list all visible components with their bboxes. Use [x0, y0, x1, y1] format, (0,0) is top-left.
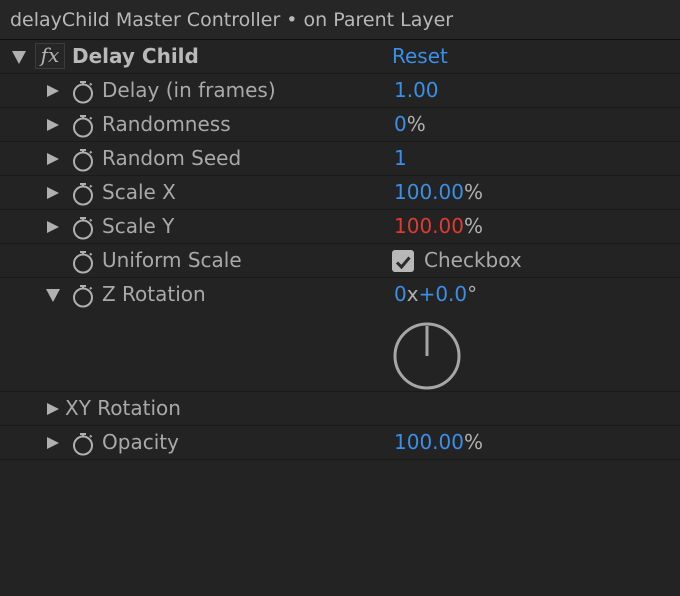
- property-row-z-rotation[interactable]: Z Rotation 0x+0.0°: [0, 278, 680, 392]
- opacity-value[interactable]: 100.00: [394, 430, 464, 454]
- expand-triangle-icon[interactable]: [47, 85, 59, 97]
- property-row-random-seed[interactable]: Random Seed 1: [0, 142, 680, 176]
- revolutions-separator: x: [406, 282, 419, 306]
- stopwatch-icon[interactable]: [71, 114, 95, 138]
- expand-triangle-icon[interactable]: [47, 119, 59, 131]
- property-row-uniform-scale[interactable]: Uniform Scale Checkbox: [0, 244, 680, 278]
- opacity-value-group: 100.00%: [394, 426, 483, 459]
- expand-triangle-icon[interactable]: [47, 437, 59, 449]
- percent-unit: %: [406, 112, 426, 136]
- z-rotation-degrees[interactable]: +0.0: [419, 282, 468, 306]
- scale-y-value[interactable]: 100.00: [394, 214, 464, 238]
- effect-header-row[interactable]: fx Delay Child Reset: [0, 40, 680, 74]
- expand-triangle-icon[interactable]: [47, 187, 59, 199]
- expand-triangle-icon[interactable]: [47, 403, 59, 415]
- stopwatch-icon[interactable]: [71, 182, 95, 206]
- randomness-value-group: 0%: [394, 108, 426, 141]
- property-row-randomness[interactable]: Randomness 0%: [0, 108, 680, 142]
- random-seed-value[interactable]: 1: [394, 142, 407, 175]
- property-row-opacity[interactable]: Opacity 100.00%: [0, 426, 680, 460]
- percent-unit: %: [463, 180, 483, 204]
- stopwatch-icon[interactable]: [71, 284, 95, 308]
- property-label: Random Seed: [102, 146, 242, 170]
- stopwatch-icon[interactable]: [71, 250, 95, 274]
- stopwatch-icon[interactable]: [71, 148, 95, 172]
- z-rotation-revolutions[interactable]: 0: [394, 282, 407, 306]
- property-row-scale-x[interactable]: Scale X 100.00%: [0, 176, 680, 210]
- rotation-dial-icon[interactable]: [392, 321, 462, 391]
- scale-y-value-group: 100.00%: [394, 210, 483, 243]
- property-row-delay[interactable]: Delay (in frames) 1.00: [0, 74, 680, 108]
- uniform-scale-checkbox[interactable]: [392, 250, 414, 272]
- property-label: XY Rotation: [65, 396, 181, 420]
- scale-x-value[interactable]: 100.00: [394, 180, 464, 204]
- delay-value[interactable]: 1.00: [394, 74, 439, 107]
- checkbox-label: Checkbox: [424, 248, 522, 272]
- property-label: Opacity: [102, 430, 179, 454]
- property-label: Z Rotation: [102, 282, 206, 306]
- effect-name: Delay Child: [72, 44, 199, 68]
- checkmark-icon: [395, 256, 411, 270]
- property-label: Scale Y: [102, 214, 175, 238]
- percent-unit: %: [463, 430, 483, 454]
- expand-triangle-icon[interactable]: [47, 153, 59, 165]
- property-label: Uniform Scale: [102, 248, 242, 272]
- stopwatch-icon[interactable]: [71, 80, 95, 104]
- z-rotation-value-group: 0x+0.0°: [394, 278, 477, 311]
- collapse-triangle-icon[interactable]: [46, 289, 60, 302]
- property-row-scale-y[interactable]: Scale Y 100.00%: [0, 210, 680, 244]
- degree-sign: °: [467, 282, 478, 306]
- property-label: Scale X: [102, 180, 176, 204]
- expand-triangle-icon[interactable]: [47, 221, 59, 233]
- scale-x-value-group: 100.00%: [394, 176, 483, 209]
- property-row-xy-rotation[interactable]: XY Rotation: [0, 392, 680, 426]
- percent-unit: %: [463, 214, 483, 238]
- panel-title: delayChild Master Controller • on Parent…: [0, 0, 680, 40]
- effect-controls-panel: fx Delay Child Reset Delay (in frames) 1…: [0, 40, 680, 460]
- randomness-value[interactable]: 0: [394, 112, 407, 136]
- reset-button[interactable]: Reset: [392, 40, 448, 73]
- stopwatch-icon[interactable]: [71, 216, 95, 240]
- fx-toggle-icon[interactable]: fx: [35, 43, 65, 69]
- collapse-triangle-icon[interactable]: [12, 51, 26, 64]
- stopwatch-icon[interactable]: [71, 432, 95, 456]
- property-label: Delay (in frames): [102, 78, 276, 102]
- property-label: Randomness: [102, 112, 231, 136]
